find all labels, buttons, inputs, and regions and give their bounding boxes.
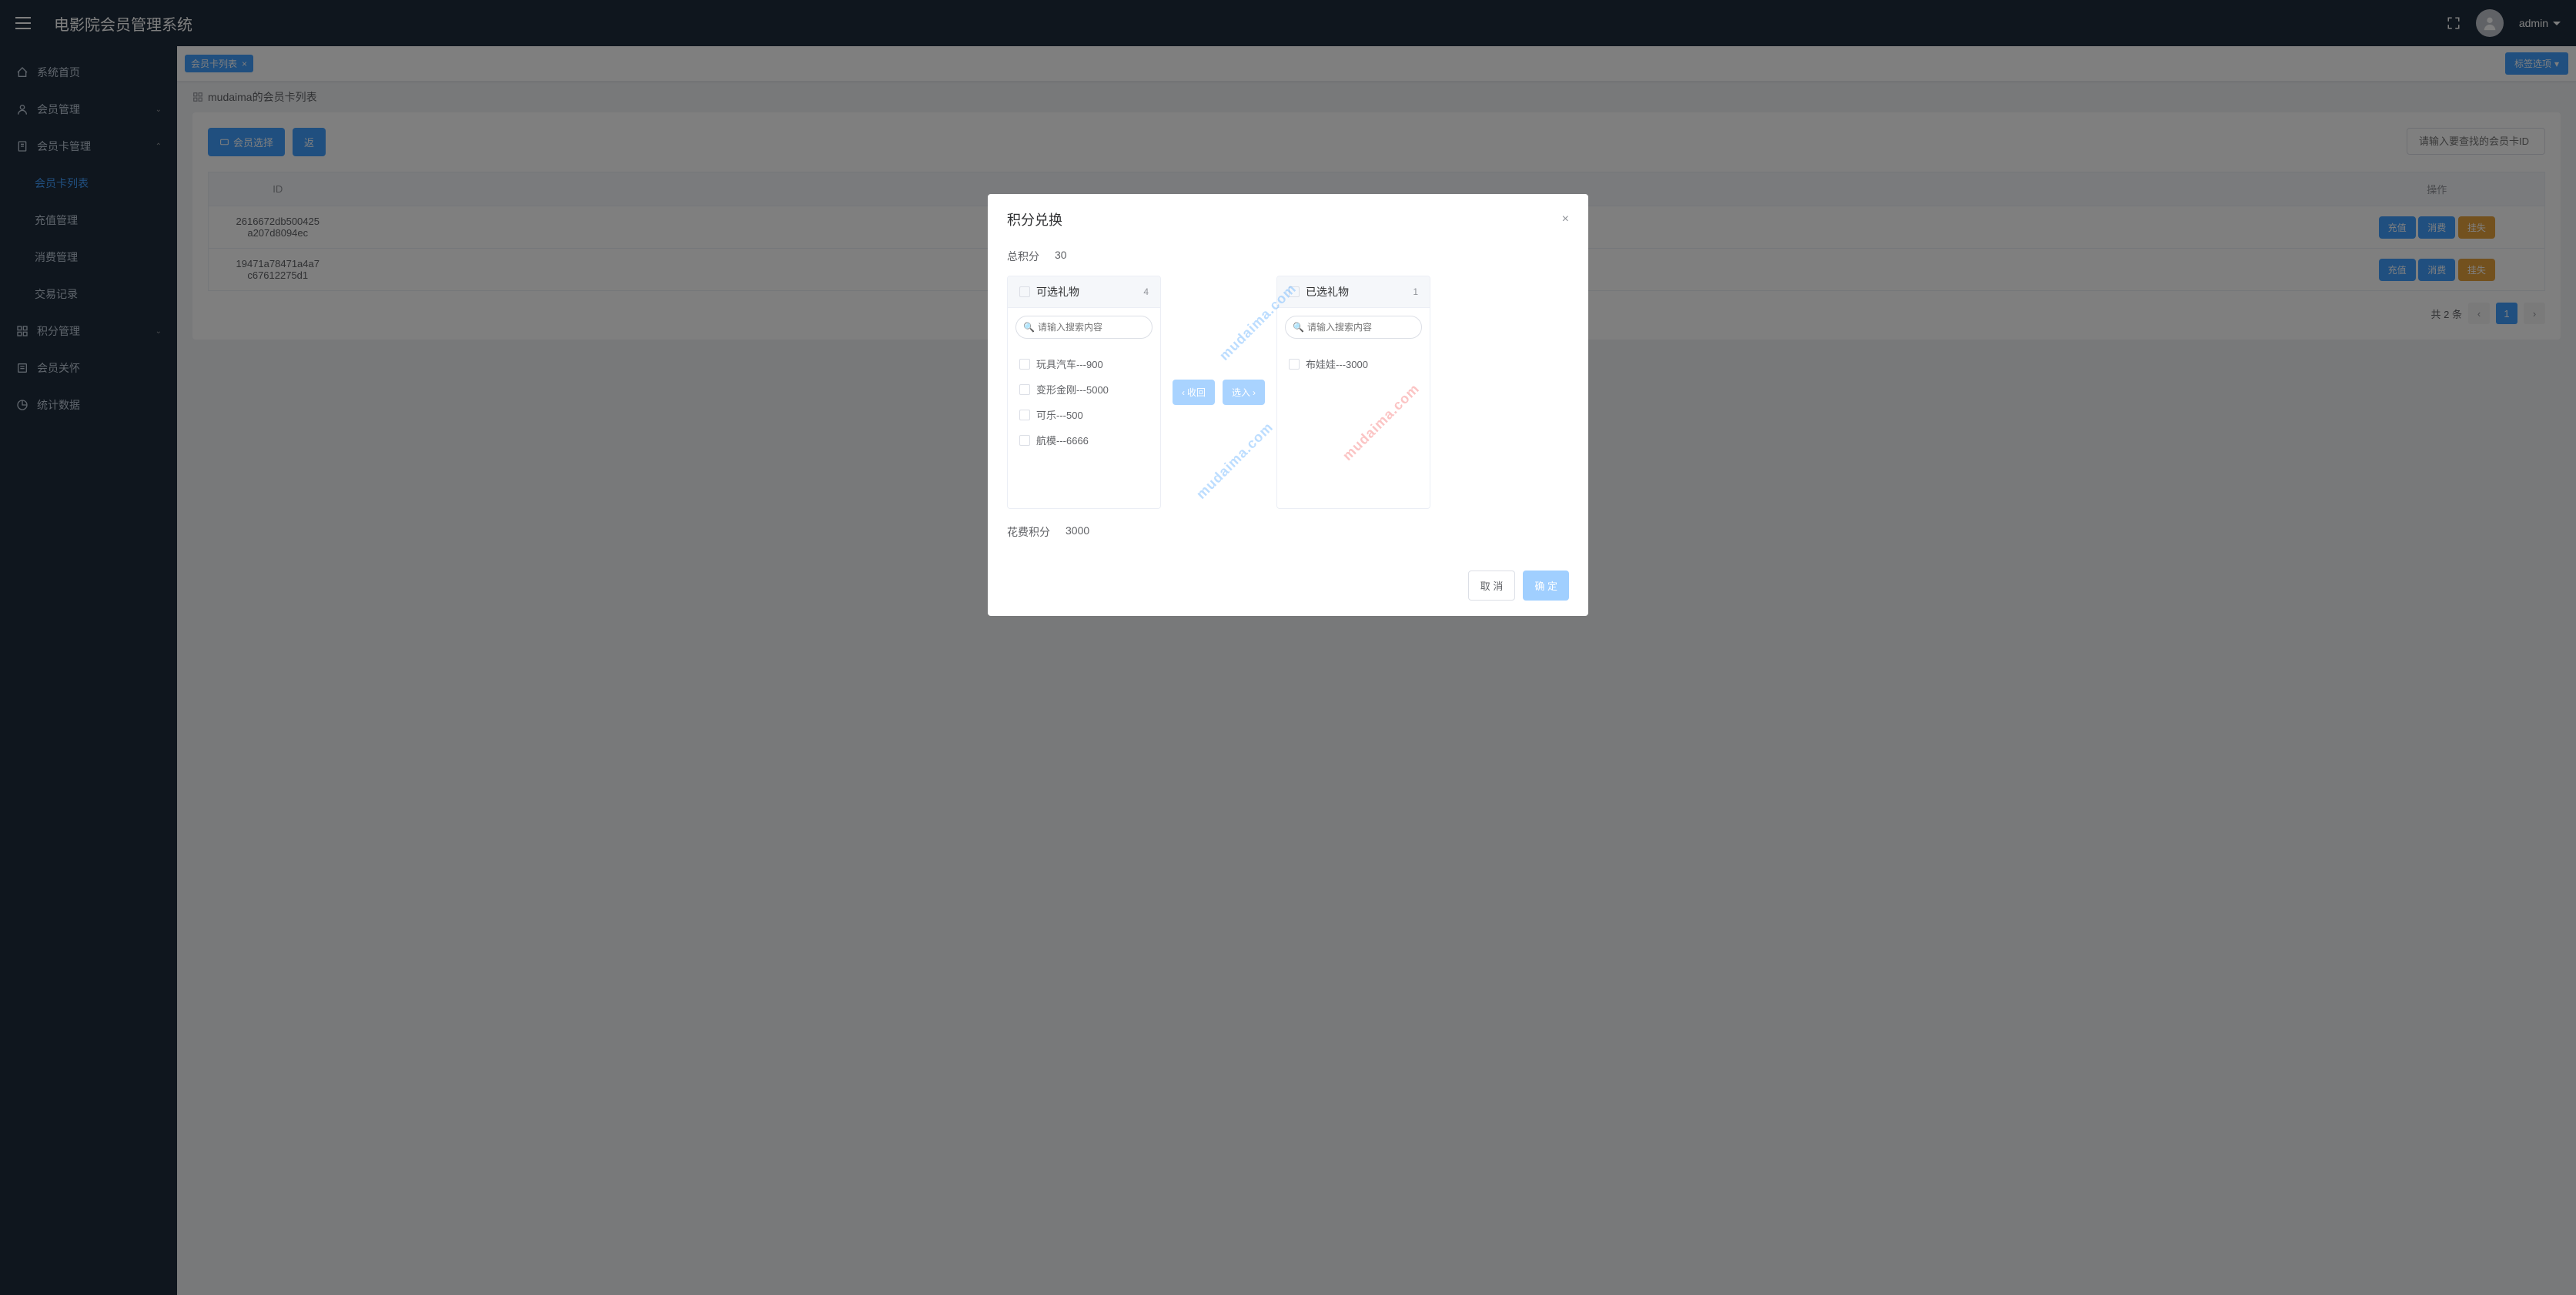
checkbox[interactable] xyxy=(1019,384,1030,395)
gift-item[interactable]: 航模---6666 xyxy=(1008,427,1160,453)
move-left-button[interactable]: ‹ 收回 xyxy=(1173,380,1215,405)
chevron-right-icon: › xyxy=(1253,387,1256,398)
chevron-left-icon: ‹ xyxy=(1182,387,1185,398)
panel-title: 可选礼物 xyxy=(1036,284,1079,299)
checkbox[interactable] xyxy=(1289,286,1300,297)
watermark: mudaima.com xyxy=(1193,420,1276,503)
selected-search-input[interactable] xyxy=(1285,316,1422,339)
total-points-value: 30 xyxy=(1055,249,1067,264)
cost-label: 花费积分 xyxy=(1007,524,1050,540)
points-exchange-modal: 积分兑换 × 总积分 30 可选礼物 4 🔍 玩具汽车---900 变形金刚--… xyxy=(988,194,1588,616)
cost-value: 3000 xyxy=(1066,524,1089,540)
selected-gifts-panel: 已选礼物 1 🔍 布娃娃---3000 xyxy=(1276,276,1430,509)
total-points-label: 总积分 xyxy=(1007,249,1039,264)
panel-count: 1 xyxy=(1413,286,1418,297)
available-gifts-panel: 可选礼物 4 🔍 玩具汽车---900 变形金刚---5000 可乐---500… xyxy=(1007,276,1161,509)
close-icon[interactable]: × xyxy=(1562,212,1569,226)
search-icon: 🔍 xyxy=(1023,322,1035,333)
checkbox[interactable] xyxy=(1019,359,1030,370)
gift-item[interactable]: 玩具汽车---900 xyxy=(1008,351,1160,376)
available-search-input[interactable] xyxy=(1015,316,1153,339)
gift-item[interactable]: 布娃娃---3000 xyxy=(1277,351,1430,376)
checkbox[interactable] xyxy=(1019,410,1030,420)
panel-count: 4 xyxy=(1143,286,1149,297)
checkbox[interactable] xyxy=(1019,435,1030,446)
gift-item[interactable]: 变形金刚---5000 xyxy=(1008,376,1160,402)
move-right-button[interactable]: 选入 › xyxy=(1223,380,1265,405)
search-icon: 🔍 xyxy=(1293,322,1304,333)
checkbox[interactable] xyxy=(1289,359,1300,370)
confirm-button[interactable]: 确 定 xyxy=(1523,571,1569,601)
panel-title: 已选礼物 xyxy=(1306,284,1349,299)
gift-item[interactable]: 可乐---500 xyxy=(1008,402,1160,427)
modal-title: 积分兑换 xyxy=(1007,209,1062,229)
cancel-button[interactable]: 取 消 xyxy=(1468,571,1516,601)
checkbox[interactable] xyxy=(1019,286,1030,297)
